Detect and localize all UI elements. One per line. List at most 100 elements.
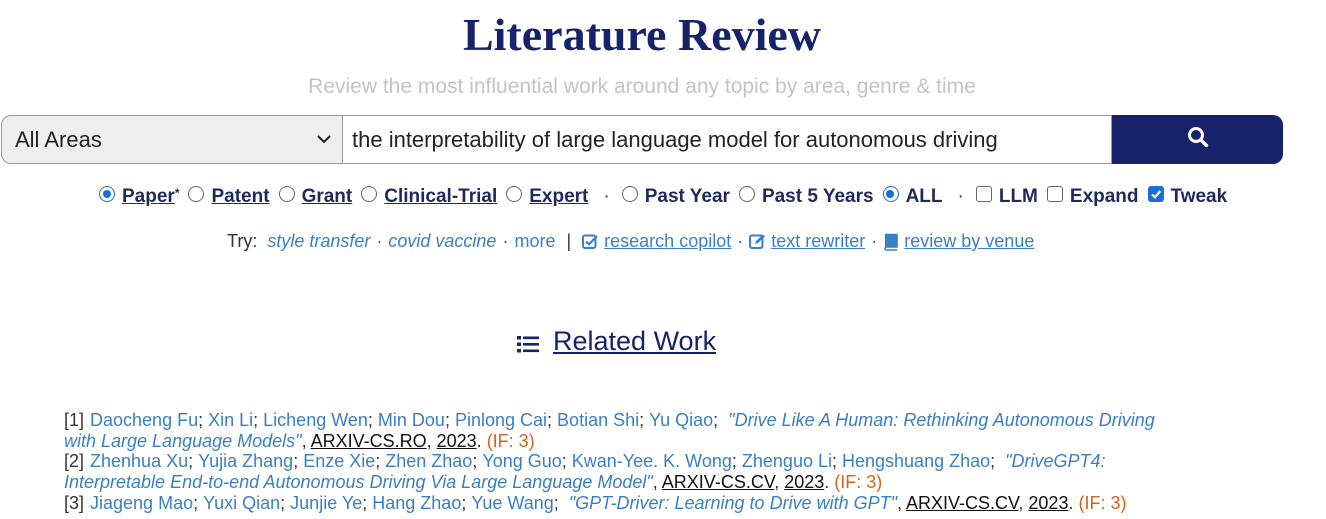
reference-number: [2] — [64, 451, 85, 472]
example-style-transfer[interactable]: style transfer — [267, 231, 370, 252]
search-bar: All Areas — [1, 115, 1283, 164]
example-covid-vaccine[interactable]: covid vaccine — [388, 231, 496, 252]
author-link[interactable]: Jiageng Mao — [90, 493, 193, 513]
option-patent[interactable]: Patent — [188, 186, 270, 208]
search-input[interactable] — [343, 115, 1112, 164]
search-options: Paper * Patent Grant Clinical-Trial Exper… — [99, 184, 1236, 210]
author-link[interactable]: Min Dou — [378, 410, 445, 430]
radio-all[interactable] — [882, 186, 899, 202]
author-link[interactable]: Yue Wang — [471, 493, 553, 513]
author-link[interactable]: Zhenhua Xu — [90, 451, 188, 471]
reference-item: [2] Zhenhua Xu; Yujia Zhang; Enze Xie; Zhen … — [64, 451, 1106, 493]
research-copilot-link[interactable]: research copilot — [582, 231, 731, 252]
author-separator: ; — [293, 451, 299, 472]
author-link[interactable]: Yujia Zhang — [198, 451, 293, 471]
area-select-value: All Areas — [15, 126, 102, 152]
author-separator: ; — [472, 451, 478, 472]
impact-factor: (IF: 3) — [486, 430, 535, 451]
reference-number: [3] — [64, 492, 85, 513]
separator-dot: · — [603, 186, 610, 207]
author-link[interactable]: Xin Li — [208, 410, 253, 430]
author-separator: ; — [362, 492, 368, 513]
reference-item: [3] Jiageng Mao; Yuxi Qian; Junjie Ye; Hang … — [64, 492, 1127, 513]
search-button[interactable] — [1112, 115, 1283, 164]
option-all[interactable]: ALL — [882, 186, 943, 208]
page-subtitle: Review the most influential work around … — [308, 75, 976, 98]
try-suggestions: Try: style transfer · covid vaccine · mo… — [227, 231, 1035, 252]
option-expand[interactable]: Expand — [1046, 186, 1139, 208]
radio-clinical-trial[interactable] — [361, 186, 378, 202]
reference-item: [1] Daocheng Fu; Xin Li; Licheng Wen; Min Do… — [64, 410, 1155, 451]
option-llm[interactable]: LLM — [975, 186, 1038, 208]
option-clinical-trial[interactable]: Clinical-Trial — [361, 186, 497, 208]
radio-past-year[interactable] — [621, 186, 638, 202]
list-icon — [517, 335, 539, 354]
related-work-heading[interactable]: Related Work — [517, 326, 716, 357]
year-link[interactable]: 2023 — [784, 472, 824, 492]
author-separator: ; — [561, 451, 567, 472]
author-link[interactable]: Hang Zhao — [372, 493, 461, 513]
radio-past-5-years[interactable] — [738, 186, 755, 202]
checkbox-llm[interactable] — [975, 186, 992, 202]
author-separator: ; — [375, 451, 381, 472]
author-separator: ; — [831, 451, 837, 472]
venue-link[interactable]: ARXIV-CS.RO — [311, 431, 427, 451]
option-past-year[interactable]: Past Year — [621, 186, 730, 208]
area-select[interactable]: All Areas — [1, 115, 343, 164]
author-separator: ; — [193, 492, 199, 513]
venue-link[interactable]: ARXIV-CS.CV — [906, 493, 1018, 513]
year-link[interactable]: 2023 — [1028, 493, 1068, 513]
author-link[interactable]: Kwan-Yee. K. Wong — [572, 451, 732, 471]
year-link[interactable]: 2023 — [437, 431, 477, 451]
option-grant[interactable]: Grant — [278, 186, 352, 208]
reference-list: [1] Daocheng Fu; Xin Li; Licheng Wen; Min Do… — [64, 410, 1184, 514]
author-link[interactable]: Junjie Ye — [290, 493, 362, 513]
author-link[interactable]: Enze Xie — [303, 451, 375, 471]
author-link[interactable]: Hengshuang Zhao — [842, 451, 990, 471]
separator-dot: · — [957, 186, 964, 207]
venue-link[interactable]: ARXIV-CS.CV — [662, 472, 774, 492]
author-separator: ; — [990, 451, 996, 472]
author-separator: ; — [461, 492, 467, 513]
author-link[interactable]: Pinlong Cai — [455, 410, 547, 430]
book-icon — [883, 233, 899, 251]
try-label: Try: — [227, 231, 258, 251]
text-rewriter-link[interactable]: text rewriter — [749, 231, 865, 252]
paper-title-link[interactable]: "GPT-Driver: Learning to Drive with GPT" — [569, 493, 897, 513]
author-link[interactable]: Licheng Wen — [263, 410, 368, 430]
checkbox-tweak[interactable] — [1147, 186, 1164, 202]
option-expert[interactable]: Expert — [506, 186, 588, 208]
author-separator: ; — [188, 451, 194, 472]
author-separator: ; — [547, 410, 553, 430]
author-separator: ; — [280, 492, 286, 513]
chevron-down-icon — [316, 132, 332, 148]
edit-square-icon — [749, 233, 766, 250]
checkbox-edit-icon — [582, 233, 599, 250]
author-link[interactable]: Botian Shi — [557, 410, 639, 430]
author-separator: ; — [713, 410, 719, 430]
page-title: Literature Review — [462, 9, 822, 60]
author-link[interactable]: Yuxi Qian — [203, 493, 280, 513]
radio-patent[interactable] — [188, 186, 205, 202]
impact-factor: (IF: 3) — [834, 472, 883, 493]
author-link[interactable]: Yong Guo — [482, 451, 561, 471]
author-link[interactable]: Zhen Zhao — [385, 451, 472, 471]
option-paper[interactable]: Paper * — [99, 186, 179, 208]
review-by-venue-link[interactable]: review by venue — [883, 231, 1034, 252]
option-past-5-years[interactable]: Past 5 Years — [738, 186, 874, 208]
author-link[interactable]: Zhenguo Li — [742, 451, 832, 471]
reference-number: [1] — [64, 410, 85, 430]
author-separator: ; — [253, 410, 259, 430]
checkbox-expand[interactable] — [1046, 186, 1063, 202]
more-examples-link[interactable]: more — [514, 231, 555, 252]
author-link[interactable]: Yu Qiao — [649, 410, 713, 430]
author-separator: ; — [553, 492, 559, 513]
option-tweak[interactable]: Tweak — [1147, 186, 1227, 208]
radio-expert[interactable] — [506, 186, 523, 202]
author-separator: ; — [444, 410, 450, 430]
author-link[interactable]: Daocheng Fu — [90, 410, 198, 430]
radio-grant[interactable] — [278, 186, 295, 202]
radio-paper[interactable] — [99, 186, 115, 202]
impact-factor: (IF: 3) — [1078, 492, 1127, 513]
related-work-title: Related Work — [553, 326, 717, 356]
